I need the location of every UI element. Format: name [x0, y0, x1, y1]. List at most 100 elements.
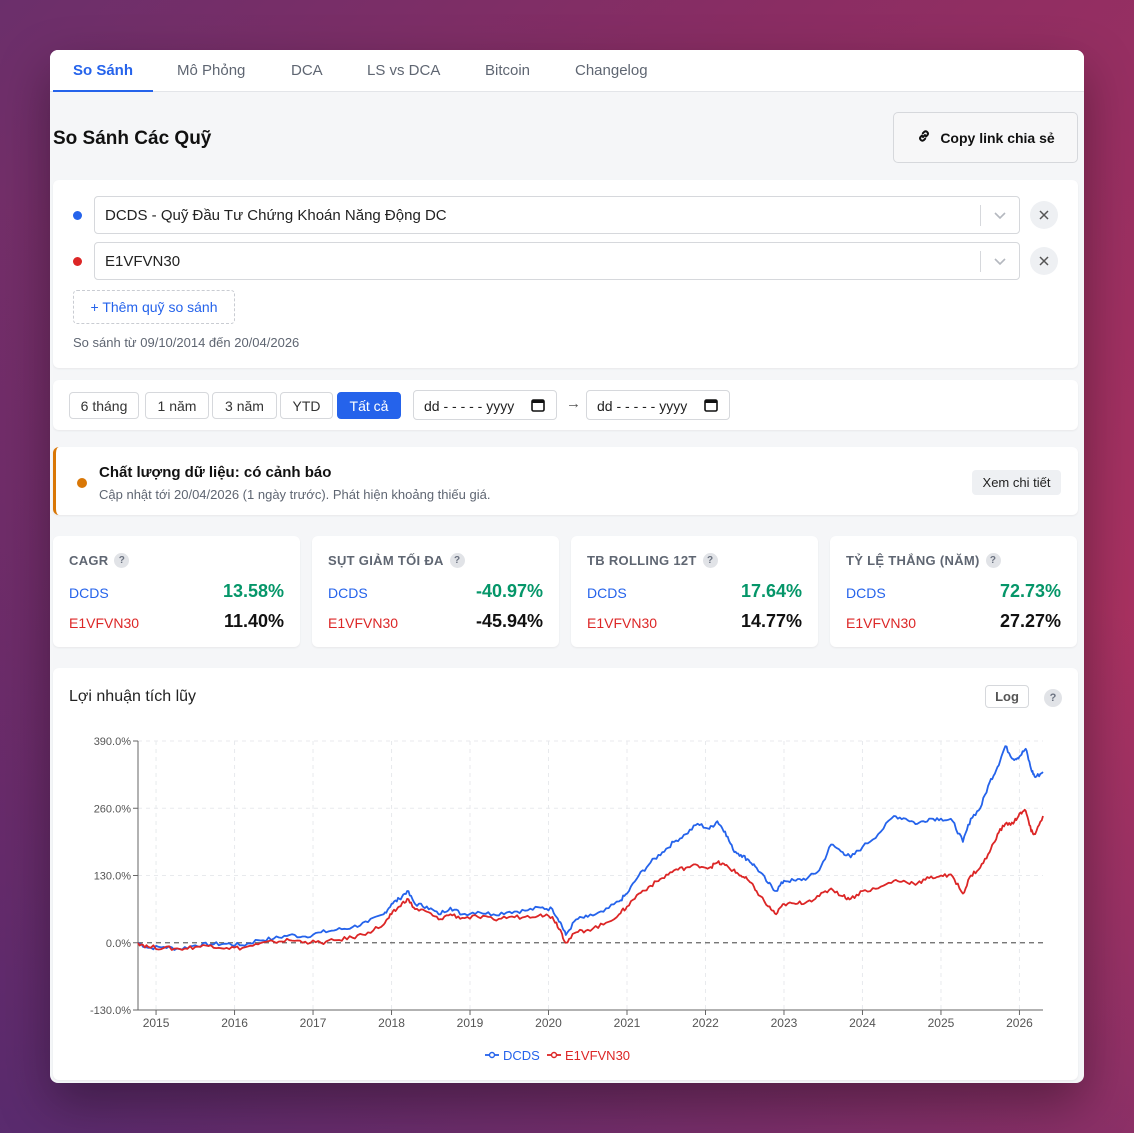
x-tick-label: 2020	[535, 1016, 562, 1030]
y-tick-label: 260.0%	[94, 803, 132, 815]
legend-marker	[488, 1051, 496, 1059]
view-details-button[interactable]: Xem chi tiết	[972, 470, 1061, 495]
add-fund-button[interactable]: + Thêm quỹ so sánh	[73, 290, 235, 324]
stat-fund-2: E1VFVN30	[846, 615, 917, 631]
page-title: So Sánh Các Quỹ	[53, 128, 212, 149]
calendar-icon[interactable]	[531, 398, 545, 412]
copy-link-label: Copy link chia sẻ	[940, 129, 1055, 146]
remove-fund-button[interactable]	[1030, 201, 1058, 229]
fund-select-1[interactable]: DCDS - Quỹ Đầu Tư Chứng Khoán Năng Động …	[94, 196, 1020, 234]
legend-label: DCDS	[503, 1048, 540, 1063]
series-line-dcds	[137, 745, 1044, 951]
fund-selection-card: DCDS - Quỹ Đầu Tư Chứng Khoán Năng Động …	[53, 180, 1078, 368]
arrow-icon: →	[566, 395, 581, 412]
chevron-down-icon[interactable]	[991, 252, 1009, 270]
chevron-down-icon[interactable]	[991, 206, 1009, 224]
stat-title-text: SỤT GIẢM TỐI ĐA	[328, 553, 444, 568]
date-placeholder: dd - - - - - yyyy	[597, 398, 688, 414]
fund-select-value: DCDS - Quỹ Đầu Tư Chứng Khoán Năng Động …	[105, 207, 447, 224]
calendar-icon[interactable]	[704, 398, 718, 412]
help-icon[interactable]: ?	[449, 553, 465, 568]
range-ytd-button[interactable]: YTD	[280, 392, 333, 419]
legend-label: E1VFVN30	[565, 1048, 630, 1063]
select-separator	[980, 251, 981, 272]
x-tick-label: 2026	[1006, 1016, 1033, 1030]
stat-card-win-rate: TỶ LỆ THẮNG (NĂM)? DCDS 72.73% E1VFVN30 …	[830, 536, 1077, 647]
stat-title-text: TỶ LỆ THẮNG (NĂM)	[846, 553, 980, 568]
fund-row: E1VFVN30	[73, 242, 1060, 280]
end-date-input[interactable]: dd - - - - - yyyy	[586, 390, 730, 420]
x-tick-label: 2015	[143, 1016, 170, 1030]
range-toolbar: 6 tháng 1 năm 3 năm YTD Tất cả dd - - - …	[53, 380, 1078, 430]
compare-range-text: So sánh từ 09/10/2014 đến 20/04/2026	[73, 335, 300, 350]
y-tick-label: 0.0%	[106, 938, 131, 950]
cumulative-return-chart[interactable]: 390.0% 260.0% 130.0% 0.0% -130.0% 2015 2016 201…	[53, 668, 1078, 1080]
help-icon[interactable]: ?	[114, 553, 130, 568]
data-quality-banner: Chất lượng dữ liệu: có cảnh báo Cập nhật…	[53, 447, 1078, 515]
remove-fund-button[interactable]	[1030, 247, 1058, 275]
stat-title-text: TB ROLLING 12T	[587, 553, 697, 568]
stat-value-1: -40.97%	[475, 581, 543, 601]
link-icon	[916, 128, 932, 147]
app-window: So Sánh Mô Phỏng DCA LS vs DCA Bitcoin C…	[50, 50, 1084, 1083]
y-tick-label: 390.0%	[94, 736, 132, 748]
y-tick-label: -130.0%	[90, 1005, 131, 1017]
stat-value-2: 27.27%	[999, 611, 1061, 631]
stat-title: CAGR?	[69, 553, 130, 568]
stat-value-1: 13.58%	[222, 581, 284, 601]
stat-fund-1: DCDS	[69, 585, 109, 601]
stat-value-1: 17.64%	[740, 581, 802, 601]
tab-so-sanh[interactable]: So Sánh	[53, 62, 154, 92]
stat-fund-1: DCDS	[328, 585, 368, 601]
range-all-button[interactable]: Tất cả	[337, 392, 401, 419]
tab-changelog[interactable]: Changelog	[555, 62, 668, 92]
stat-card-max-drawdown: SỤT GIẢM TỐI ĐA? DCDS -40.97% E1VFVN30 -…	[312, 536, 559, 647]
tab-dca[interactable]: DCA	[271, 62, 343, 92]
close-icon	[1039, 256, 1049, 266]
stat-value-1: 72.73%	[999, 581, 1061, 601]
stat-value-2: 11.40%	[223, 611, 284, 631]
data-quality-title: Chất lượng dữ liệu: có cảnh báo	[99, 464, 332, 481]
x-tick-label: 2019	[457, 1016, 484, 1030]
legend-marker	[550, 1051, 558, 1059]
help-icon[interactable]: ?	[702, 553, 718, 568]
tab-mo-phong[interactable]: Mô Phỏng	[157, 62, 265, 92]
stat-fund-2: E1VFVN30	[69, 615, 140, 631]
stat-title: TỶ LỆ THẮNG (NĂM)?	[846, 553, 1001, 568]
stat-value-2: 14.77%	[740, 611, 802, 631]
stat-title: TB ROLLING 12T?	[587, 553, 718, 568]
date-placeholder: dd - - - - - yyyy	[424, 398, 515, 414]
tab-bar: So Sánh Mô Phỏng DCA LS vs DCA Bitcoin C…	[50, 50, 1084, 92]
stat-fund-2: E1VFVN30	[328, 615, 399, 631]
x-tick-label: 2016	[221, 1016, 248, 1030]
x-tick-label: 2024	[849, 1016, 876, 1030]
stat-value-2: -45.94%	[475, 611, 543, 631]
x-tick-label: 2018	[378, 1016, 405, 1030]
stat-title-text: CAGR	[69, 553, 109, 568]
x-tick-label: 2022	[692, 1016, 719, 1030]
close-icon	[1039, 210, 1049, 220]
x-tick-label: 2023	[771, 1016, 798, 1030]
range-3y-button[interactable]: 3 năm	[212, 392, 277, 419]
range-1y-button[interactable]: 1 năm	[145, 392, 209, 419]
help-icon[interactable]: ?	[985, 553, 1001, 568]
copy-link-button[interactable]: Copy link chia sẻ	[893, 112, 1078, 163]
fund-select-value: E1VFVN30	[105, 253, 181, 270]
stat-fund-2: E1VFVN30	[587, 615, 658, 631]
start-date-input[interactable]: dd - - - - - yyyy	[413, 390, 557, 420]
warning-dot-icon	[77, 478, 87, 488]
chart-card: Lợi nhuận tích lũy Log ? 390.0% 260.0% 130…	[53, 668, 1078, 1080]
series-line-e1vfvn30	[137, 808, 1044, 951]
stat-card-cagr: CAGR? DCDS 13.58% E1VFVN30 11.40%	[53, 536, 300, 647]
data-quality-subtitle: Cập nhật tới 20/04/2026 (1 ngày trước). …	[99, 487, 491, 502]
stat-fund-1: DCDS	[846, 585, 886, 601]
fund-select-2[interactable]: E1VFVN30	[94, 242, 1020, 280]
stat-title: SỤT GIẢM TỐI ĐA?	[328, 553, 465, 568]
tab-ls-vs-dca[interactable]: LS vs DCA	[347, 62, 460, 92]
x-tick-label: 2017	[300, 1016, 327, 1030]
tab-bitcoin[interactable]: Bitcoin	[465, 62, 550, 92]
fund-color-dot	[73, 257, 82, 266]
select-separator	[980, 205, 981, 226]
range-6m-button[interactable]: 6 tháng	[69, 392, 139, 419]
stat-card-rolling: TB ROLLING 12T? DCDS 17.64% E1VFVN30 14.…	[571, 536, 818, 647]
